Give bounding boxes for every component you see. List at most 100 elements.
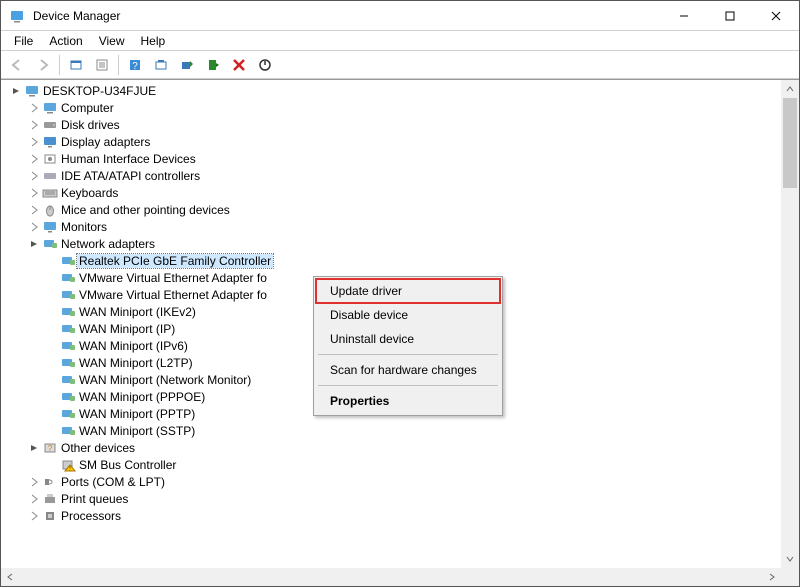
svg-text:?: ? bbox=[48, 444, 53, 453]
device-label: WAN Miniport (SSTP) bbox=[77, 424, 197, 438]
category-display[interactable]: Display adapters bbox=[5, 133, 779, 150]
category-label: Display adapters bbox=[59, 135, 152, 149]
hid-icon bbox=[41, 152, 59, 166]
horizontal-scrollbar[interactable] bbox=[1, 568, 781, 586]
expand-icon[interactable] bbox=[27, 494, 41, 504]
expand-icon[interactable] bbox=[27, 477, 41, 487]
category-monitor[interactable]: Monitors bbox=[5, 218, 779, 235]
ide-icon bbox=[41, 169, 59, 183]
device-label: WAN Miniport (IKEv2) bbox=[77, 305, 198, 319]
title-bar: Device Manager bbox=[1, 1, 799, 31]
device-item[interactable]: Realtek PCIe GbE Family Controller bbox=[5, 252, 779, 269]
enable-button[interactable] bbox=[201, 53, 225, 77]
minimize-button[interactable] bbox=[661, 1, 707, 31]
toolbar-separator bbox=[59, 55, 60, 75]
expand-icon[interactable] bbox=[27, 120, 41, 130]
category-label: Disk drives bbox=[59, 118, 122, 132]
expand-icon[interactable] bbox=[27, 103, 41, 113]
context-menu-item[interactable]: Uninstall device bbox=[316, 327, 500, 351]
expand-icon[interactable] bbox=[27, 137, 41, 147]
category-other[interactable]: ?Other devices bbox=[5, 439, 779, 456]
help-button[interactable]: ? bbox=[123, 53, 147, 77]
scroll-down-icon[interactable] bbox=[781, 550, 799, 568]
expand-icon[interactable] bbox=[27, 239, 41, 249]
category-label: Mice and other pointing devices bbox=[59, 203, 232, 217]
monitor-icon bbox=[41, 220, 59, 234]
context-menu-item[interactable]: Disable device bbox=[316, 303, 500, 327]
menu-bar: File Action View Help bbox=[1, 31, 799, 51]
app-icon bbox=[9, 8, 25, 24]
printer-icon bbox=[41, 492, 59, 506]
window-title: Device Manager bbox=[33, 9, 661, 23]
context-menu-item[interactable]: Scan for hardware changes bbox=[316, 358, 500, 382]
netchild-icon bbox=[59, 339, 77, 353]
back-button[interactable] bbox=[5, 53, 29, 77]
device-label: Realtek PCIe GbE Family Controller bbox=[77, 254, 273, 268]
category-label: Keyboards bbox=[59, 186, 120, 200]
context-menu-item[interactable]: Update driver bbox=[316, 279, 500, 303]
category-label: Monitors bbox=[59, 220, 109, 234]
update-driver-button[interactable] bbox=[175, 53, 199, 77]
scroll-left-icon[interactable] bbox=[1, 568, 19, 586]
expand-icon[interactable] bbox=[27, 205, 41, 215]
netchild-icon bbox=[59, 322, 77, 336]
tree-root[interactable]: DESKTOP-U34FJUE bbox=[5, 82, 779, 99]
toolbar: ? bbox=[1, 51, 799, 79]
category-label: Human Interface Devices bbox=[59, 152, 198, 166]
context-menu-item[interactable]: Properties bbox=[316, 389, 500, 413]
close-button[interactable] bbox=[753, 1, 799, 31]
mouse-icon bbox=[41, 203, 59, 217]
category-ide[interactable]: IDE ATA/ATAPI controllers bbox=[5, 167, 779, 184]
category-label: Processors bbox=[59, 509, 123, 523]
scrollbar-thumb[interactable] bbox=[783, 98, 797, 188]
maximize-button[interactable] bbox=[707, 1, 753, 31]
device-label: SM Bus Controller bbox=[77, 458, 178, 472]
uninstall-button[interactable] bbox=[227, 53, 251, 77]
netchild-icon bbox=[59, 305, 77, 319]
scroll-right-icon[interactable] bbox=[763, 568, 781, 586]
device-label: WAN Miniport (L2TP) bbox=[77, 356, 195, 370]
device-item[interactable]: WAN Miniport (SSTP) bbox=[5, 422, 779, 439]
expand-icon[interactable] bbox=[27, 188, 41, 198]
svg-text:?: ? bbox=[132, 61, 138, 72]
category-hid[interactable]: Human Interface Devices bbox=[5, 150, 779, 167]
category-label: Print queues bbox=[59, 492, 130, 506]
scan-button[interactable] bbox=[149, 53, 173, 77]
disable-button[interactable] bbox=[253, 53, 277, 77]
other-icon: ? bbox=[41, 441, 59, 455]
menu-action[interactable]: Action bbox=[42, 32, 89, 50]
category-computer[interactable]: Computer bbox=[5, 99, 779, 116]
category-mouse[interactable]: Mice and other pointing devices bbox=[5, 201, 779, 218]
keyboard-icon bbox=[41, 186, 59, 200]
category-keyboard[interactable]: Keyboards bbox=[5, 184, 779, 201]
menu-help[interactable]: Help bbox=[134, 32, 173, 50]
category-disk[interactable]: Disk drives bbox=[5, 116, 779, 133]
expand-icon[interactable] bbox=[9, 86, 23, 96]
netchild-icon bbox=[59, 407, 77, 421]
category-cpu[interactable]: Processors bbox=[5, 507, 779, 524]
menu-view[interactable]: View bbox=[92, 32, 132, 50]
show-hidden-button[interactable] bbox=[64, 53, 88, 77]
properties-button[interactable] bbox=[90, 53, 114, 77]
category-port[interactable]: Ports (COM & LPT) bbox=[5, 473, 779, 490]
vertical-scrollbar[interactable] bbox=[781, 80, 799, 568]
expand-icon[interactable] bbox=[27, 154, 41, 164]
computer-icon bbox=[41, 101, 59, 115]
scrollbar-corner bbox=[781, 568, 799, 586]
warnchild-icon: ! bbox=[59, 458, 77, 472]
netchild-icon bbox=[59, 288, 77, 302]
menu-file[interactable]: File bbox=[7, 32, 40, 50]
computer-icon bbox=[23, 84, 41, 98]
device-item[interactable]: !SM Bus Controller bbox=[5, 456, 779, 473]
category-network[interactable]: Network adapters bbox=[5, 235, 779, 252]
menu-separator bbox=[318, 354, 498, 355]
port-icon bbox=[41, 475, 59, 489]
scroll-up-icon[interactable] bbox=[781, 80, 799, 98]
expand-icon[interactable] bbox=[27, 171, 41, 181]
expand-icon[interactable] bbox=[27, 222, 41, 232]
forward-button[interactable] bbox=[31, 53, 55, 77]
network-icon bbox=[41, 237, 59, 251]
expand-icon[interactable] bbox=[27, 511, 41, 521]
category-printer[interactable]: Print queues bbox=[5, 490, 779, 507]
expand-icon[interactable] bbox=[27, 443, 41, 453]
